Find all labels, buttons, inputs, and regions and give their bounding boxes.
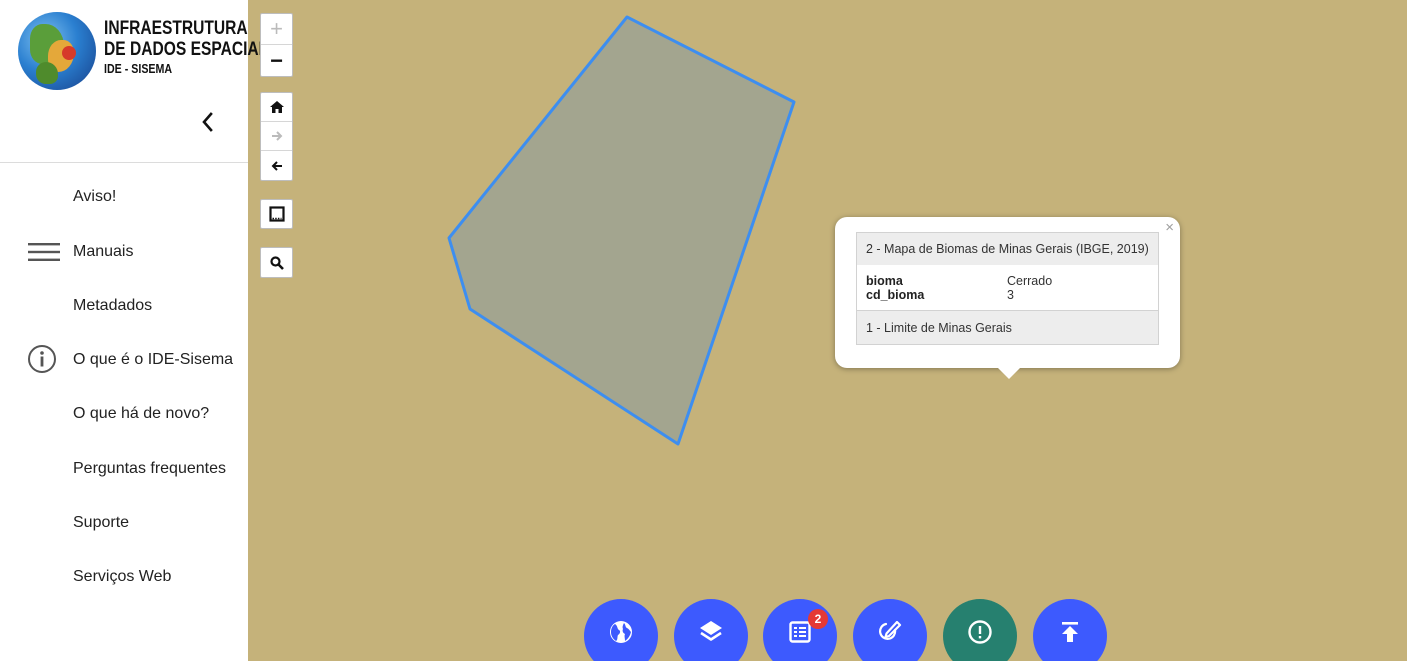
home-icon	[269, 101, 284, 113]
brand-line-2: DE DADOS ESPACIAIS	[104, 39, 274, 60]
sidebar: INFRAESTRUTURA DE DADOS ESPACIAIS IDE - …	[0, 0, 273, 661]
close-icon[interactable]: ×	[1165, 219, 1174, 236]
popup-content: 2 - Mapa de Biomas de Minas Gerais (IBGE…	[856, 232, 1159, 345]
menu-item-perguntas[interactable]: Perguntas frequentes	[73, 460, 226, 478]
attribute-row: bioma Cerrado	[866, 274, 1149, 288]
brand-line-3: IDE - SISEMA	[104, 61, 173, 76]
info-circle-icon	[27, 344, 57, 379]
selected-polygon[interactable]	[447, 15, 796, 446]
menu-item-o-que-e[interactable]: O que é o IDE-Sisema	[73, 351, 233, 369]
zoom-in-button[interactable]: +	[261, 14, 292, 45]
menu-item-servicos-web[interactable]: Serviços Web	[73, 568, 171, 586]
navigation-controls	[260, 92, 293, 181]
menu-item-aviso[interactable]: Aviso!	[73, 188, 116, 206]
plus-icon: +	[270, 16, 283, 41]
alert-icon	[968, 620, 992, 644]
arrow-right-icon	[271, 131, 282, 141]
attribute-value: 3	[1007, 288, 1014, 302]
globe-logo	[18, 12, 96, 90]
collapse-sidebar-button[interactable]	[196, 108, 220, 136]
measure-button[interactable]	[261, 200, 292, 228]
brand-line-1: INFRAESTRUTURA	[104, 18, 248, 39]
attribute-key: bioma	[866, 274, 903, 288]
attribute-row: cd_bioma 3	[866, 288, 1149, 302]
search-control	[260, 247, 293, 278]
previous-extent-button[interactable]	[261, 151, 292, 180]
layer-title-limite[interactable]: 1 - Limite de Minas Gerais	[857, 310, 1158, 344]
menu-item-manuais[interactable]: Manuais	[73, 243, 133, 261]
chevron-left-icon	[202, 112, 213, 132]
map-canvas[interactable]	[248, 0, 1407, 661]
next-extent-button[interactable]	[261, 122, 292, 151]
menu-item-metadados[interactable]: Metadados	[73, 297, 152, 315]
brand-title: INFRAESTRUTURA DE DADOS ESPACIAIS IDE - …	[104, 18, 273, 78]
sidebar-divider	[0, 162, 248, 163]
measure-control	[260, 199, 293, 229]
upload-icon	[1062, 622, 1078, 642]
edit-icon	[879, 620, 902, 640]
menu-item-novidades[interactable]: O que há de novo?	[73, 405, 209, 423]
zoom-controls: + −	[260, 13, 293, 77]
globe-icon	[610, 621, 632, 643]
search-icon	[269, 255, 284, 270]
zoom-out-button[interactable]: −	[261, 45, 292, 76]
minus-icon: −	[270, 47, 283, 73]
ruler-icon	[268, 206, 285, 222]
attribute-value: Cerrado	[1007, 274, 1053, 288]
layer-title-biomas: 2 - Mapa de Biomas de Minas Gerais (IBGE…	[857, 233, 1158, 265]
hamburger-menu-icon[interactable]	[28, 243, 60, 266]
search-button[interactable]	[261, 248, 292, 277]
attribute-table: bioma Cerrado cd_bioma 3	[857, 265, 1158, 310]
menu-item-suporte[interactable]: Suporte	[73, 514, 129, 532]
popup-pointer	[996, 366, 1022, 379]
attribute-key: cd_bioma	[866, 288, 925, 302]
layers-icon	[700, 621, 722, 641]
legend-count-badge: 2	[808, 609, 828, 629]
home-button[interactable]	[261, 93, 292, 122]
feature-info-popup: × 2 - Mapa de Biomas de Minas Gerais (IB…	[835, 217, 1180, 368]
arrow-left-icon	[271, 160, 282, 171]
